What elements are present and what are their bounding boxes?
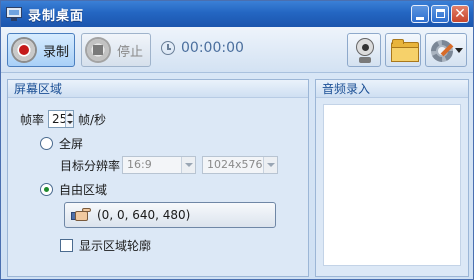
fullscreen-radio[interactable] (40, 137, 53, 150)
fullscreen-label: 全屏 (59, 137, 84, 151)
record-button-label: 录制 (43, 44, 70, 60)
target-resolution-label: 目标分辨率 (60, 158, 121, 173)
settings-button[interactable] (425, 33, 467, 67)
aspect-ratio-select[interactable]: 16:9 (122, 156, 196, 174)
show-outline-label: 显示区域轮廓 (79, 239, 152, 253)
screen-area-panel: 屏幕区域 帧率 25 帧/秒 全屏 目标分辨率 16:9 1024x576 自由… (7, 79, 309, 277)
target-resolution-row: 目标分辨率 16:9 1024x576 (60, 156, 278, 174)
stop-icon (85, 37, 111, 63)
custom-region-label: 自由区域 (59, 183, 108, 197)
maximize-button[interactable] (431, 5, 449, 23)
fps-unit-label: 帧/秒 (78, 112, 107, 127)
minimize-button[interactable] (411, 5, 429, 23)
stop-button-label: 停止 (117, 44, 144, 60)
open-folder-button[interactable] (385, 33, 421, 67)
fullscreen-option[interactable]: 全屏 (40, 135, 83, 152)
webcam-icon (356, 38, 374, 56)
close-icon: ✕ (454, 6, 466, 22)
title-bar[interactable]: 录制桌面 ✕ (1, 1, 473, 27)
stop-button[interactable]: 停止 (81, 33, 151, 67)
record-button[interactable]: 录制 (7, 33, 75, 67)
resolution-select[interactable]: 1024x576 (202, 156, 278, 174)
record-desktop-window: 录制桌面 ✕ 录制 停止 00:00:00 屏幕区域 帧率 25 帧/秒 全屏 … (0, 0, 474, 280)
show-outline-option[interactable]: 显示区域轮廓 (60, 237, 151, 254)
select-region-button[interactable]: (0, 0, 640, 480) (64, 202, 276, 228)
recording-timer: 00:00:00 (161, 40, 244, 56)
custom-region-radio[interactable] (40, 183, 53, 196)
region-coordinates: (0, 0, 640, 480) (97, 208, 191, 222)
toolbar: 录制 停止 00:00:00 (1, 27, 473, 73)
chevron-down-icon (455, 48, 463, 53)
spinner-up-icon[interactable] (67, 113, 74, 116)
webcam-button[interactable] (347, 33, 381, 67)
timer-value: 00:00:00 (181, 40, 244, 56)
custom-region-option[interactable]: 自由区域 (40, 181, 107, 198)
fps-spinner[interactable]: 25 (48, 110, 75, 128)
fps-row: 帧率 25 帧/秒 (20, 110, 106, 128)
window-title: 录制桌面 (28, 8, 85, 24)
record-icon (11, 37, 37, 63)
close-button[interactable]: ✕ (451, 5, 469, 23)
minimize-icon (416, 17, 424, 20)
resolution-value: 1024x576 (207, 158, 263, 171)
pointing-hand-icon (71, 207, 91, 223)
spinner-down-icon[interactable] (67, 121, 74, 124)
screen-area-header: 屏幕区域 (8, 80, 308, 98)
maximize-icon (436, 9, 445, 18)
chevron-down-icon (181, 157, 195, 173)
audio-input-header: 音频录入 (316, 80, 468, 98)
chevron-down-icon (263, 157, 277, 173)
monitor-icon (6, 7, 22, 21)
audio-input-panel: 音频录入 (315, 79, 469, 277)
show-outline-checkbox[interactable] (60, 239, 73, 252)
aspect-ratio-value: 16:9 (127, 158, 152, 171)
window-controls: ✕ (411, 5, 469, 23)
clock-icon (161, 41, 175, 55)
audio-device-list[interactable] (323, 104, 461, 266)
fps-label: 帧率 (20, 112, 45, 127)
